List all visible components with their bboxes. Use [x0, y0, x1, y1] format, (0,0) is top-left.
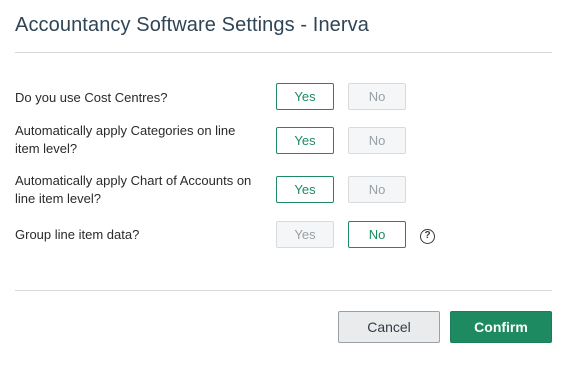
header-divider	[15, 52, 552, 53]
settings-dialog: Accountancy Software Settings - Inerva D…	[0, 0, 564, 377]
categories-no-button[interactable]: No	[348, 127, 406, 154]
categories-question: Automatically apply Categories on line i…	[15, 123, 236, 156]
footer-divider	[15, 290, 552, 291]
chart-of-accounts-yes-button[interactable]: Yes	[276, 176, 334, 203]
cost-centres-no-button[interactable]: No	[348, 83, 406, 110]
group-line-items-yes-button[interactable]: Yes	[276, 221, 334, 248]
categories-yes-button[interactable]: Yes	[276, 127, 334, 154]
chart-of-accounts-no-button[interactable]: No	[348, 176, 406, 203]
cost-centres-question: Do you use Cost Centres?	[15, 90, 168, 105]
dialog-title: Accountancy Software Settings - Inerva	[15, 14, 369, 36]
cost-centres-yes-button[interactable]: Yes	[276, 83, 334, 110]
confirm-button[interactable]: Confirm	[450, 311, 552, 343]
chart-of-accounts-question: Automatically apply Chart of Accounts on…	[15, 173, 252, 206]
group-line-items-question: Group line item data?	[15, 227, 140, 242]
question-circle-icon[interactable]: ?	[420, 229, 435, 244]
cancel-button[interactable]: Cancel	[338, 311, 440, 343]
group-line-items-no-button[interactable]: No	[348, 221, 406, 248]
